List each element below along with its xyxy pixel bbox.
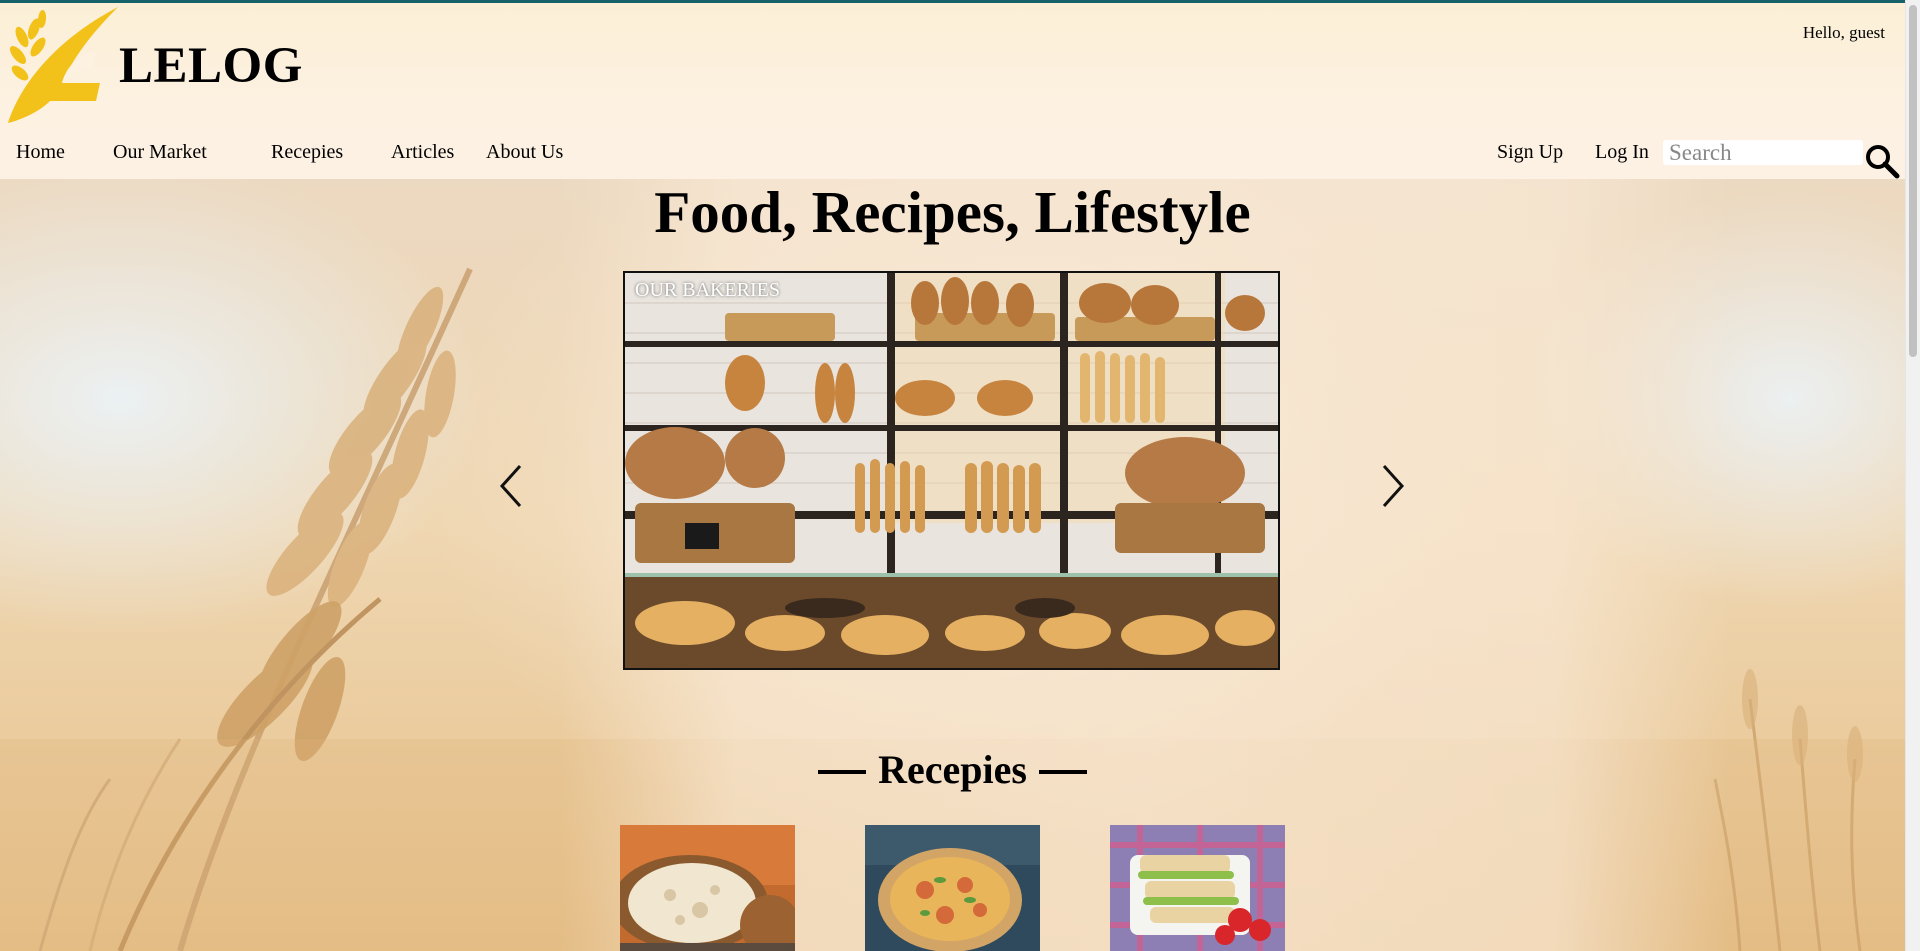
log-in-link[interactable]: Log In [1595,141,1649,164]
brand-name[interactable]: LELOG [119,37,303,95]
recipe-card-sandwich[interactable] [1110,825,1285,951]
wheat-logo-icon[interactable] [0,5,122,127]
nav-our-market[interactable]: Our Market [113,141,207,164]
heading-dash-right [1038,769,1087,774]
page-scrollbar[interactable] [1905,0,1920,951]
page-title: Food, Recipes, Lifestyle [654,179,1251,245]
recipe-card-bread[interactable] [620,825,795,951]
nav-about-us[interactable]: About Us [486,141,563,164]
sign-up-link[interactable]: Sign Up [1497,141,1563,164]
heading-dash-left [818,769,867,774]
nav-home[interactable]: Home [16,141,65,164]
bread-loaf-image [620,825,795,951]
carousel-caption: OUR BAKERIES [635,279,781,301]
site-header: LELOG Hello, guest Home Our Market Recep… [0,3,1905,179]
recipes-heading: Recepies [0,746,1905,793]
recipe-card-pizza[interactable] [865,825,1040,951]
magnifier-icon[interactable] [1864,143,1900,179]
nav-articles[interactable]: Articles [391,141,454,164]
sandwich-image [1110,825,1285,951]
scrollbar-thumb[interactable] [1909,5,1917,357]
bakery-carousel[interactable]: OUR BAKERIES [623,271,1280,670]
nav-recepies[interactable]: Recepies [271,141,343,164]
bakery-shelves-image [625,273,1278,668]
chevron-left-icon[interactable] [496,462,526,510]
user-greeting: Hello, guest [1802,23,1885,42]
recipes-heading-text: Recepies [878,747,1027,792]
search-input[interactable] [1663,140,1863,165]
pizza-image [865,825,1040,951]
chevron-right-icon[interactable] [1378,462,1408,510]
